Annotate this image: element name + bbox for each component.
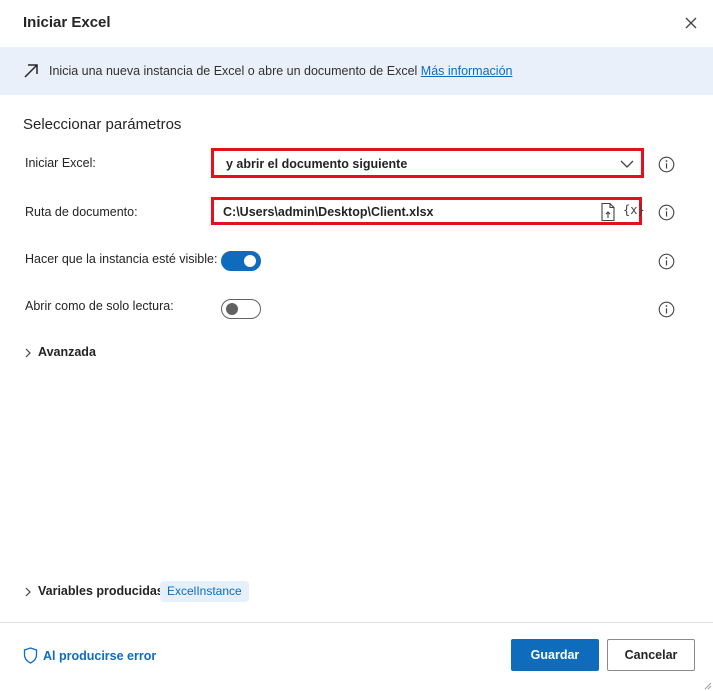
dialog-title: Iniciar Excel xyxy=(23,14,111,31)
on-error-label: Al producirse error xyxy=(43,649,157,663)
chevron-down-icon xyxy=(620,160,634,168)
info-banner: Inicia una nueva instancia de Excel o ab… xyxy=(0,47,713,95)
toggle-knob xyxy=(226,303,238,315)
save-button[interactable]: Guardar xyxy=(511,639,599,671)
resize-grip-icon[interactable] xyxy=(702,680,712,690)
launch-excel-dropdown[interactable]: y abrir el documento siguiente xyxy=(211,148,644,178)
footer-divider xyxy=(0,622,713,623)
document-path-field[interactable]: C:\Users\admin\Desktop\Client.xlsx {x} xyxy=(211,197,645,225)
shield-icon xyxy=(23,647,38,664)
toggle-knob xyxy=(244,255,256,267)
launch-excel-value: y abrir el documento siguiente xyxy=(226,157,408,171)
title-bar: Iniciar Excel xyxy=(0,0,713,46)
produced-variables-expander[interactable]: Variables producidas xyxy=(23,583,164,601)
advanced-expander[interactable]: Avanzada xyxy=(23,344,103,362)
advanced-label: Avanzada xyxy=(38,345,96,359)
more-info-link[interactable]: Más información xyxy=(421,64,513,78)
info-icon[interactable] xyxy=(658,156,675,173)
produced-variables-label: Variables producidas xyxy=(38,584,164,598)
launch-excel-label: Iniciar Excel: xyxy=(25,156,96,170)
chevron-right-icon xyxy=(25,587,31,597)
on-error-link[interactable]: Al producirse error xyxy=(23,647,157,665)
close-button[interactable] xyxy=(680,12,702,34)
insert-variable-icon[interactable]: {x} xyxy=(623,203,645,217)
read-only-toggle[interactable] xyxy=(221,299,261,319)
banner-text: Inicia una nueva instancia de Excel o ab… xyxy=(49,64,512,78)
launch-excel-dialog: Iniciar Excel Inicia una nueva instancia… xyxy=(0,0,713,691)
read-only-label: Abrir como de solo lectura: xyxy=(25,299,174,313)
arrow-up-right-icon xyxy=(24,64,38,78)
document-path-label: Ruta de documento: xyxy=(25,205,138,219)
chevron-right-icon xyxy=(25,348,31,358)
file-picker-icon[interactable] xyxy=(599,202,617,222)
section-title: Seleccionar parámetros xyxy=(23,116,182,133)
variable-chip[interactable]: ExcelInstance xyxy=(160,581,249,602)
banner-description: Inicia una nueva instancia de Excel o ab… xyxy=(49,64,418,78)
close-icon xyxy=(685,17,697,29)
visible-instance-label: Hacer que la instancia esté visible: xyxy=(25,252,218,266)
cancel-button[interactable]: Cancelar xyxy=(607,639,695,671)
info-icon[interactable] xyxy=(658,204,675,221)
document-path-value: C:\Users\admin\Desktop\Client.xlsx xyxy=(223,205,434,219)
info-icon[interactable] xyxy=(658,253,675,270)
visible-instance-toggle[interactable] xyxy=(221,251,261,271)
info-icon[interactable] xyxy=(658,301,675,318)
